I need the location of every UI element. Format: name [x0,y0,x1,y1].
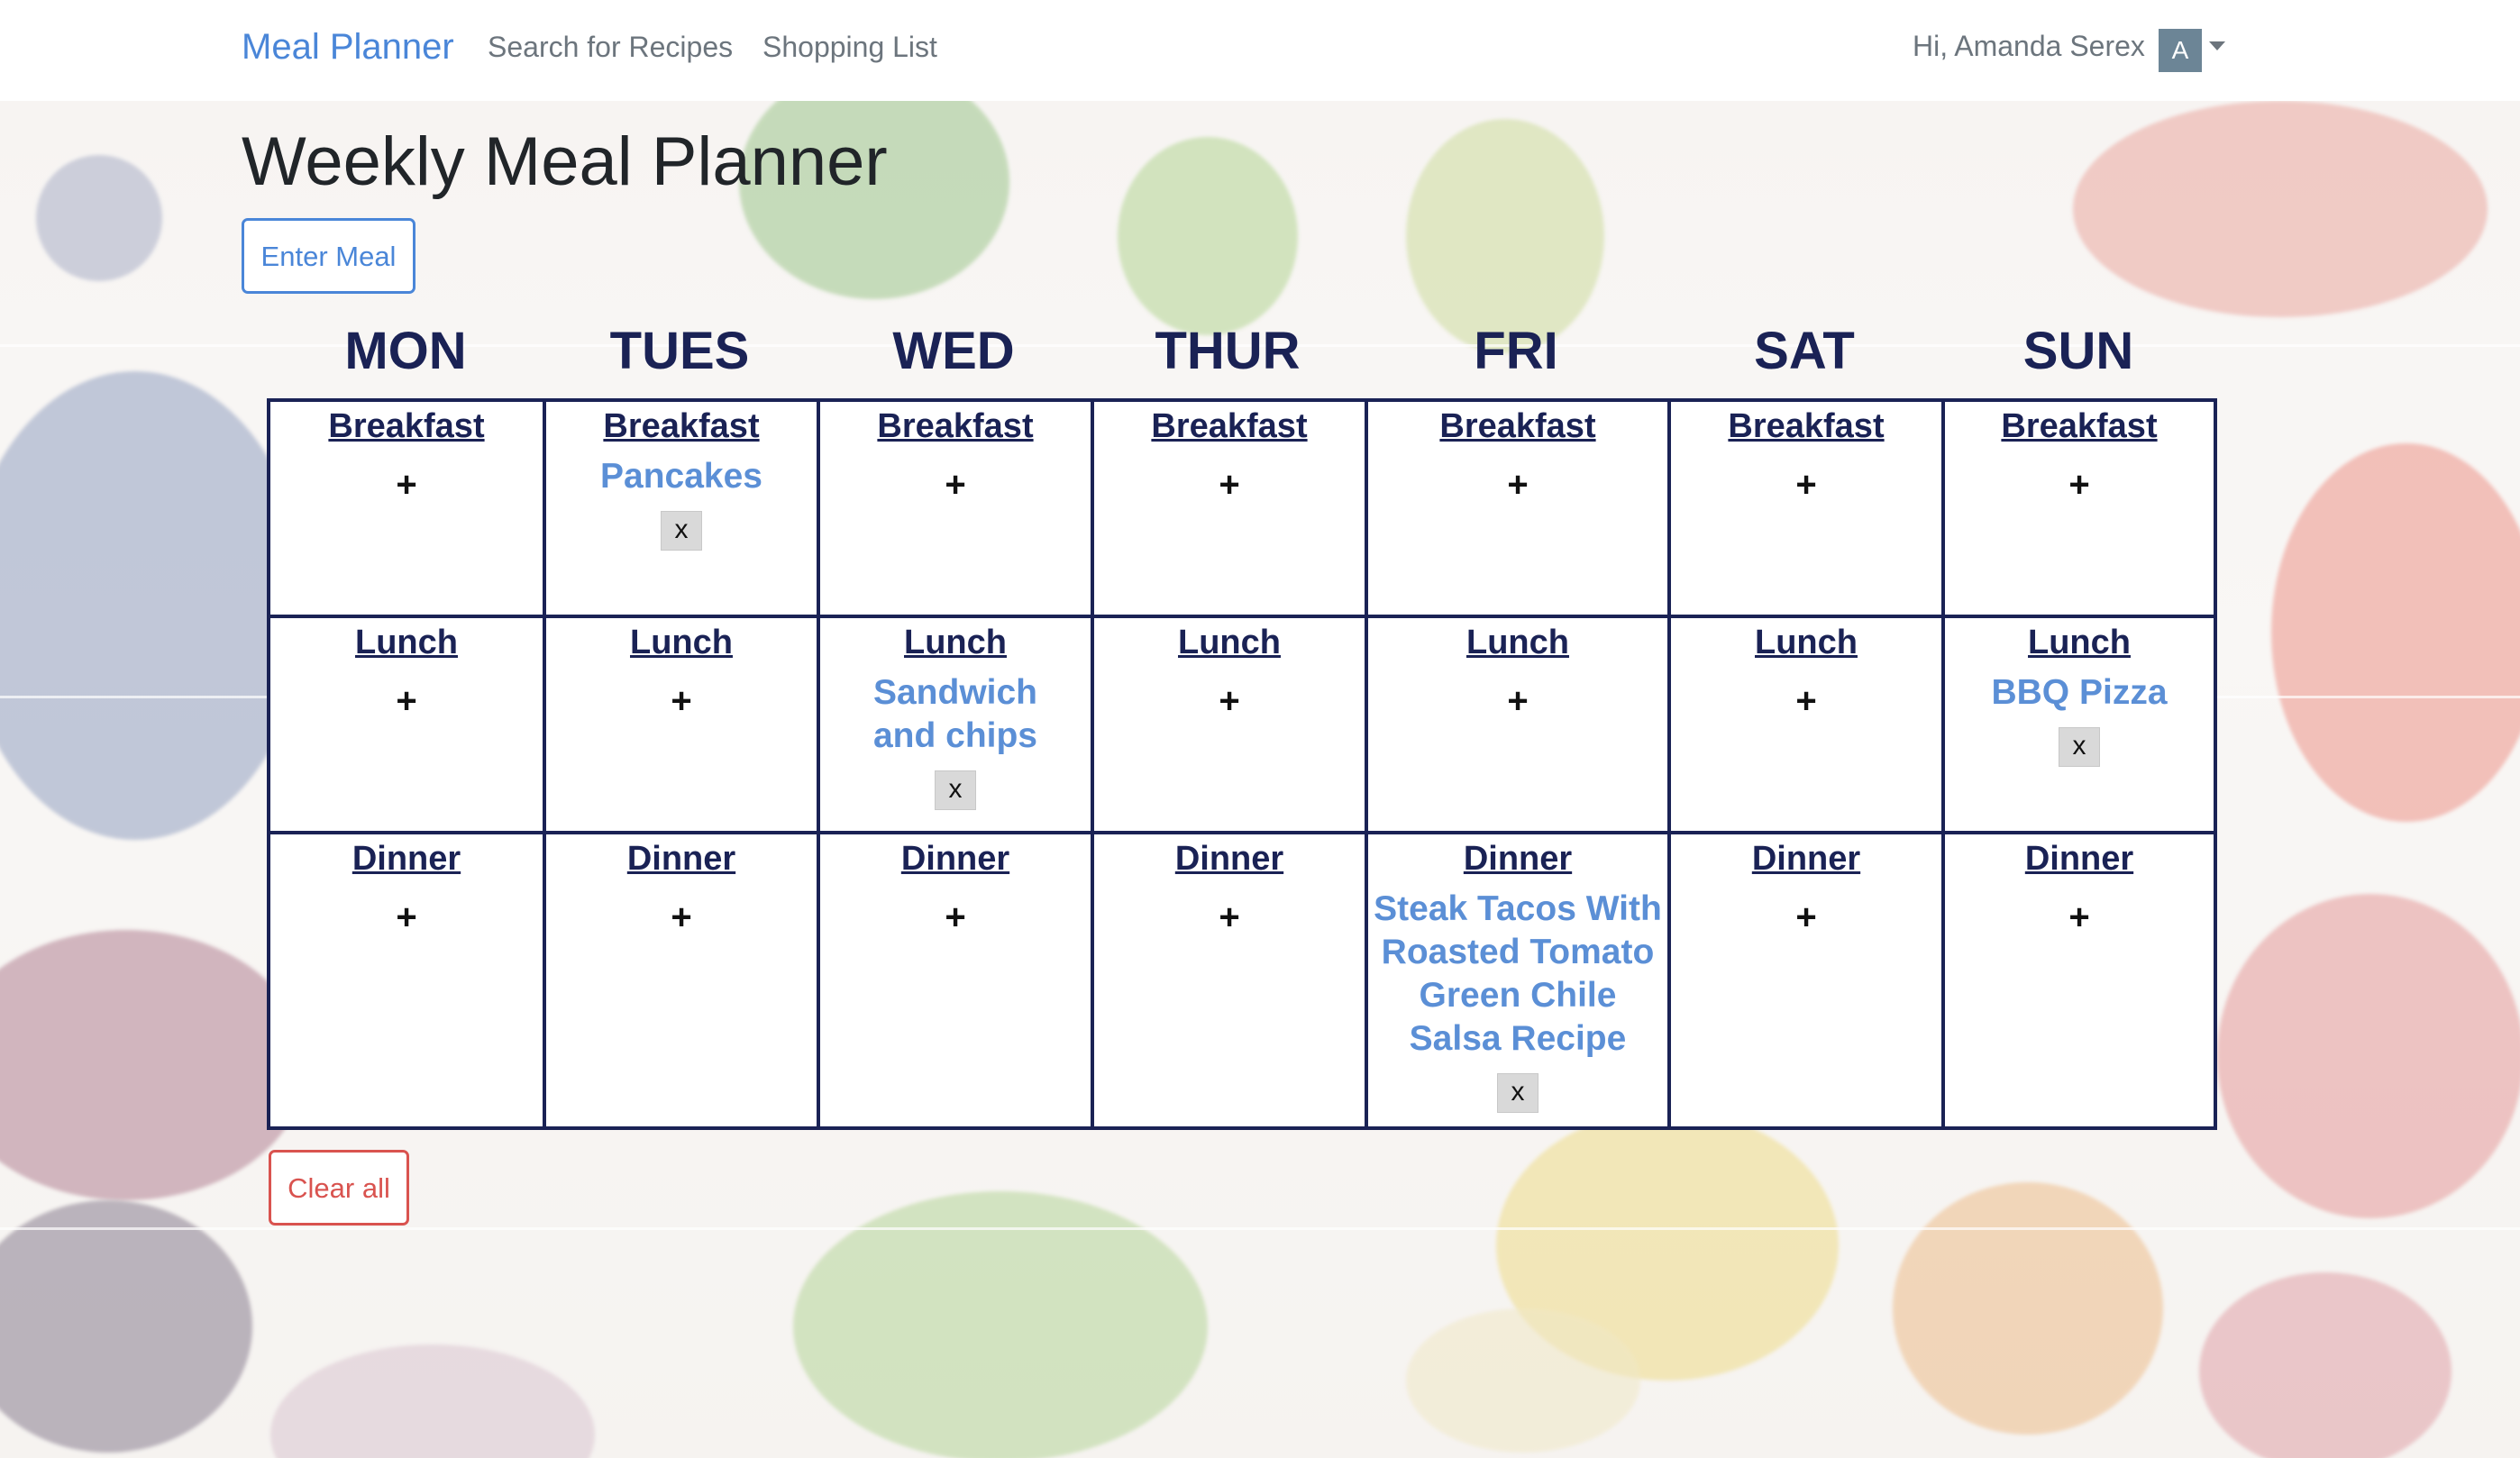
planned-dish[interactable]: BBQ Pizza [1945,671,2214,715]
add-meal-button[interactable]: + [1945,462,2214,507]
cell-sat-breakfast: Breakfast + [1671,402,1941,615]
cell-wed-lunch: Lunch Sandwich and chips x [820,618,1091,831]
cell-sun-breakfast: Breakfast + [1945,402,2214,615]
meal-label-breakfast[interactable]: Breakfast [546,407,817,446]
cell-tues-dinner: Dinner + [546,834,817,1126]
cell-sun-dinner: Dinner + [1945,834,2214,1126]
meal-label-breakfast[interactable]: Breakfast [820,407,1091,446]
meal-label-breakfast[interactable]: Breakfast [1368,407,1667,446]
planned-dish[interactable]: Sandwich and chips [843,671,1068,758]
cell-sat-lunch: Lunch + [1671,618,1941,831]
remove-dish-button[interactable]: x [1497,1073,1538,1113]
meal-label-dinner[interactable]: Dinner [1945,840,2214,879]
add-meal-button[interactable]: + [546,895,817,940]
meal-label-dinner[interactable]: Dinner [546,840,817,879]
cell-tues-lunch: Lunch + [546,618,817,831]
meal-label-lunch[interactable]: Lunch [820,624,1091,662]
add-meal-button[interactable]: + [1671,895,1941,940]
add-meal-button[interactable]: + [1945,895,2214,940]
meal-label-lunch[interactable]: Lunch [1094,624,1365,662]
add-meal-button[interactable]: + [1671,462,1941,507]
page-title: Weekly Meal Planner [242,123,888,200]
meal-label-lunch[interactable]: Lunch [1945,624,2214,662]
meal-label-breakfast[interactable]: Breakfast [1094,407,1365,446]
cell-wed-breakfast: Breakfast + [820,402,1091,615]
day-header-sun: SUN [2022,322,2134,380]
top-navbar: Meal Planner Search for Recipes Shopping… [0,0,2520,101]
nav-search-recipes[interactable]: Search for Recipes [488,31,733,64]
avatar[interactable]: A [2159,29,2202,72]
cell-mon-breakfast: Breakfast + [270,402,543,615]
meal-label-dinner[interactable]: Dinner [1671,840,1941,879]
add-meal-button[interactable]: + [1368,679,1667,724]
meal-label-breakfast[interactable]: Breakfast [1671,407,1941,446]
user-greeting[interactable]: Hi, Amanda Serex [1913,30,2145,63]
cell-mon-lunch: Lunch + [270,618,543,831]
day-header-tues: TUES [609,322,750,380]
add-meal-button[interactable]: + [1094,462,1365,507]
meal-label-breakfast[interactable]: Breakfast [1945,407,2214,446]
meal-label-dinner[interactable]: Dinner [270,840,543,879]
nav-shopping-list[interactable]: Shopping List [762,31,937,64]
cell-sun-lunch: Lunch BBQ Pizza x [1945,618,2214,831]
cell-thur-dinner: Dinner + [1094,834,1365,1126]
add-meal-button[interactable]: + [1094,895,1365,940]
add-meal-button[interactable]: + [270,895,543,940]
enter-meal-button[interactable]: Enter Meal [242,218,415,294]
remove-dish-button[interactable]: x [2059,727,2100,767]
add-meal-button[interactable]: + [546,679,817,724]
cell-fri-breakfast: Breakfast + [1368,402,1667,615]
meal-label-dinner[interactable]: Dinner [820,840,1091,879]
cell-tues-breakfast: Breakfast Pancakes x [546,402,817,615]
add-meal-button[interactable]: + [820,462,1091,507]
meal-label-breakfast[interactable]: Breakfast [270,407,543,446]
add-meal-button[interactable]: + [270,462,543,507]
planned-dish[interactable]: Pancakes [546,455,817,498]
cell-fri-dinner: Dinner Steak Tacos With Roasted Tomato G… [1368,834,1667,1126]
day-header-mon: MON [344,322,467,380]
clear-all-button[interactable]: Clear all [269,1150,409,1226]
meal-label-lunch[interactable]: Lunch [1368,624,1667,662]
remove-dish-button[interactable]: x [661,511,702,551]
cell-wed-dinner: Dinner + [820,834,1091,1126]
cell-thur-breakfast: Breakfast + [1094,402,1365,615]
remove-dish-button[interactable]: x [935,770,976,810]
meal-label-dinner[interactable]: Dinner [1368,840,1667,879]
add-meal-button[interactable]: + [1094,679,1365,724]
cell-fri-lunch: Lunch + [1368,618,1667,831]
cell-sat-dinner: Dinner + [1671,834,1941,1126]
meal-label-lunch[interactable]: Lunch [546,624,817,662]
meal-label-dinner[interactable]: Dinner [1094,840,1365,879]
day-header-thur: THUR [1155,322,1301,380]
add-meal-button[interactable]: + [1368,462,1667,507]
cell-mon-dinner: Dinner + [270,834,543,1126]
meal-label-lunch[interactable]: Lunch [1671,624,1941,662]
day-header-fri: FRI [1474,322,1558,380]
add-meal-button[interactable]: + [820,895,1091,940]
planned-dish[interactable]: Steak Tacos With Roasted Tomato Green Ch… [1374,888,1662,1061]
meal-label-lunch[interactable]: Lunch [270,624,543,662]
add-meal-button[interactable]: + [270,679,543,724]
chevron-down-icon[interactable] [2209,41,2225,50]
day-header-sat: SAT [1754,322,1855,380]
day-header-wed: WED [892,322,1015,380]
meal-grid: Breakfast + Breakfast Pancakes x Breakfa… [267,398,2217,1130]
brand-link[interactable]: Meal Planner [242,27,454,68]
cell-thur-lunch: Lunch + [1094,618,1365,831]
add-meal-button[interactable]: + [1671,679,1941,724]
